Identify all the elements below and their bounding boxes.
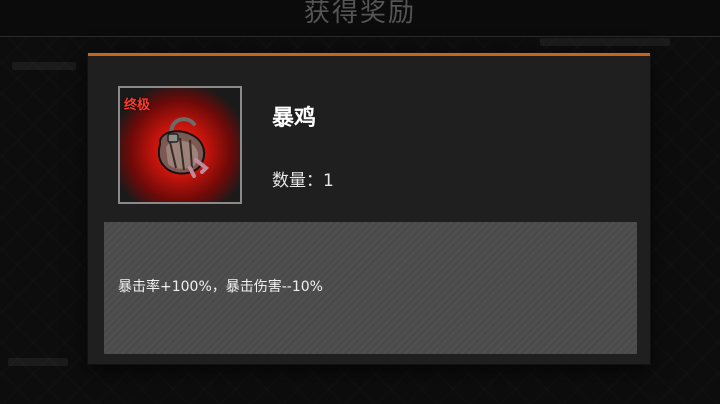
item-icon-frame: 终极 bbox=[118, 86, 242, 204]
description-panel: 暴击率+100%，暴击伤害--10% bbox=[104, 222, 637, 354]
quantity-row: 数量：1 bbox=[272, 166, 334, 191]
item-name: 暴鸡 bbox=[272, 106, 317, 131]
quantity-value: 1 bbox=[323, 171, 334, 191]
top-bar: 获得奖励 bbox=[0, 0, 720, 37]
rarity-badge: 终极 bbox=[124, 98, 151, 113]
screen-title: 获得奖励 bbox=[303, 0, 416, 28]
background-decoration bbox=[540, 38, 670, 46]
background-decoration bbox=[12, 62, 76, 70]
item-description: 暴击率+100%，暴击伤害--10% bbox=[118, 279, 323, 295]
background-decoration bbox=[8, 358, 68, 366]
quantity-label: 数量： bbox=[272, 171, 323, 191]
chicken-item-icon bbox=[157, 117, 209, 178]
reward-dialog[interactable]: 终极 暴鸡 数量：1 暴击率+100%，暴击伤害--10% bbox=[88, 53, 650, 364]
